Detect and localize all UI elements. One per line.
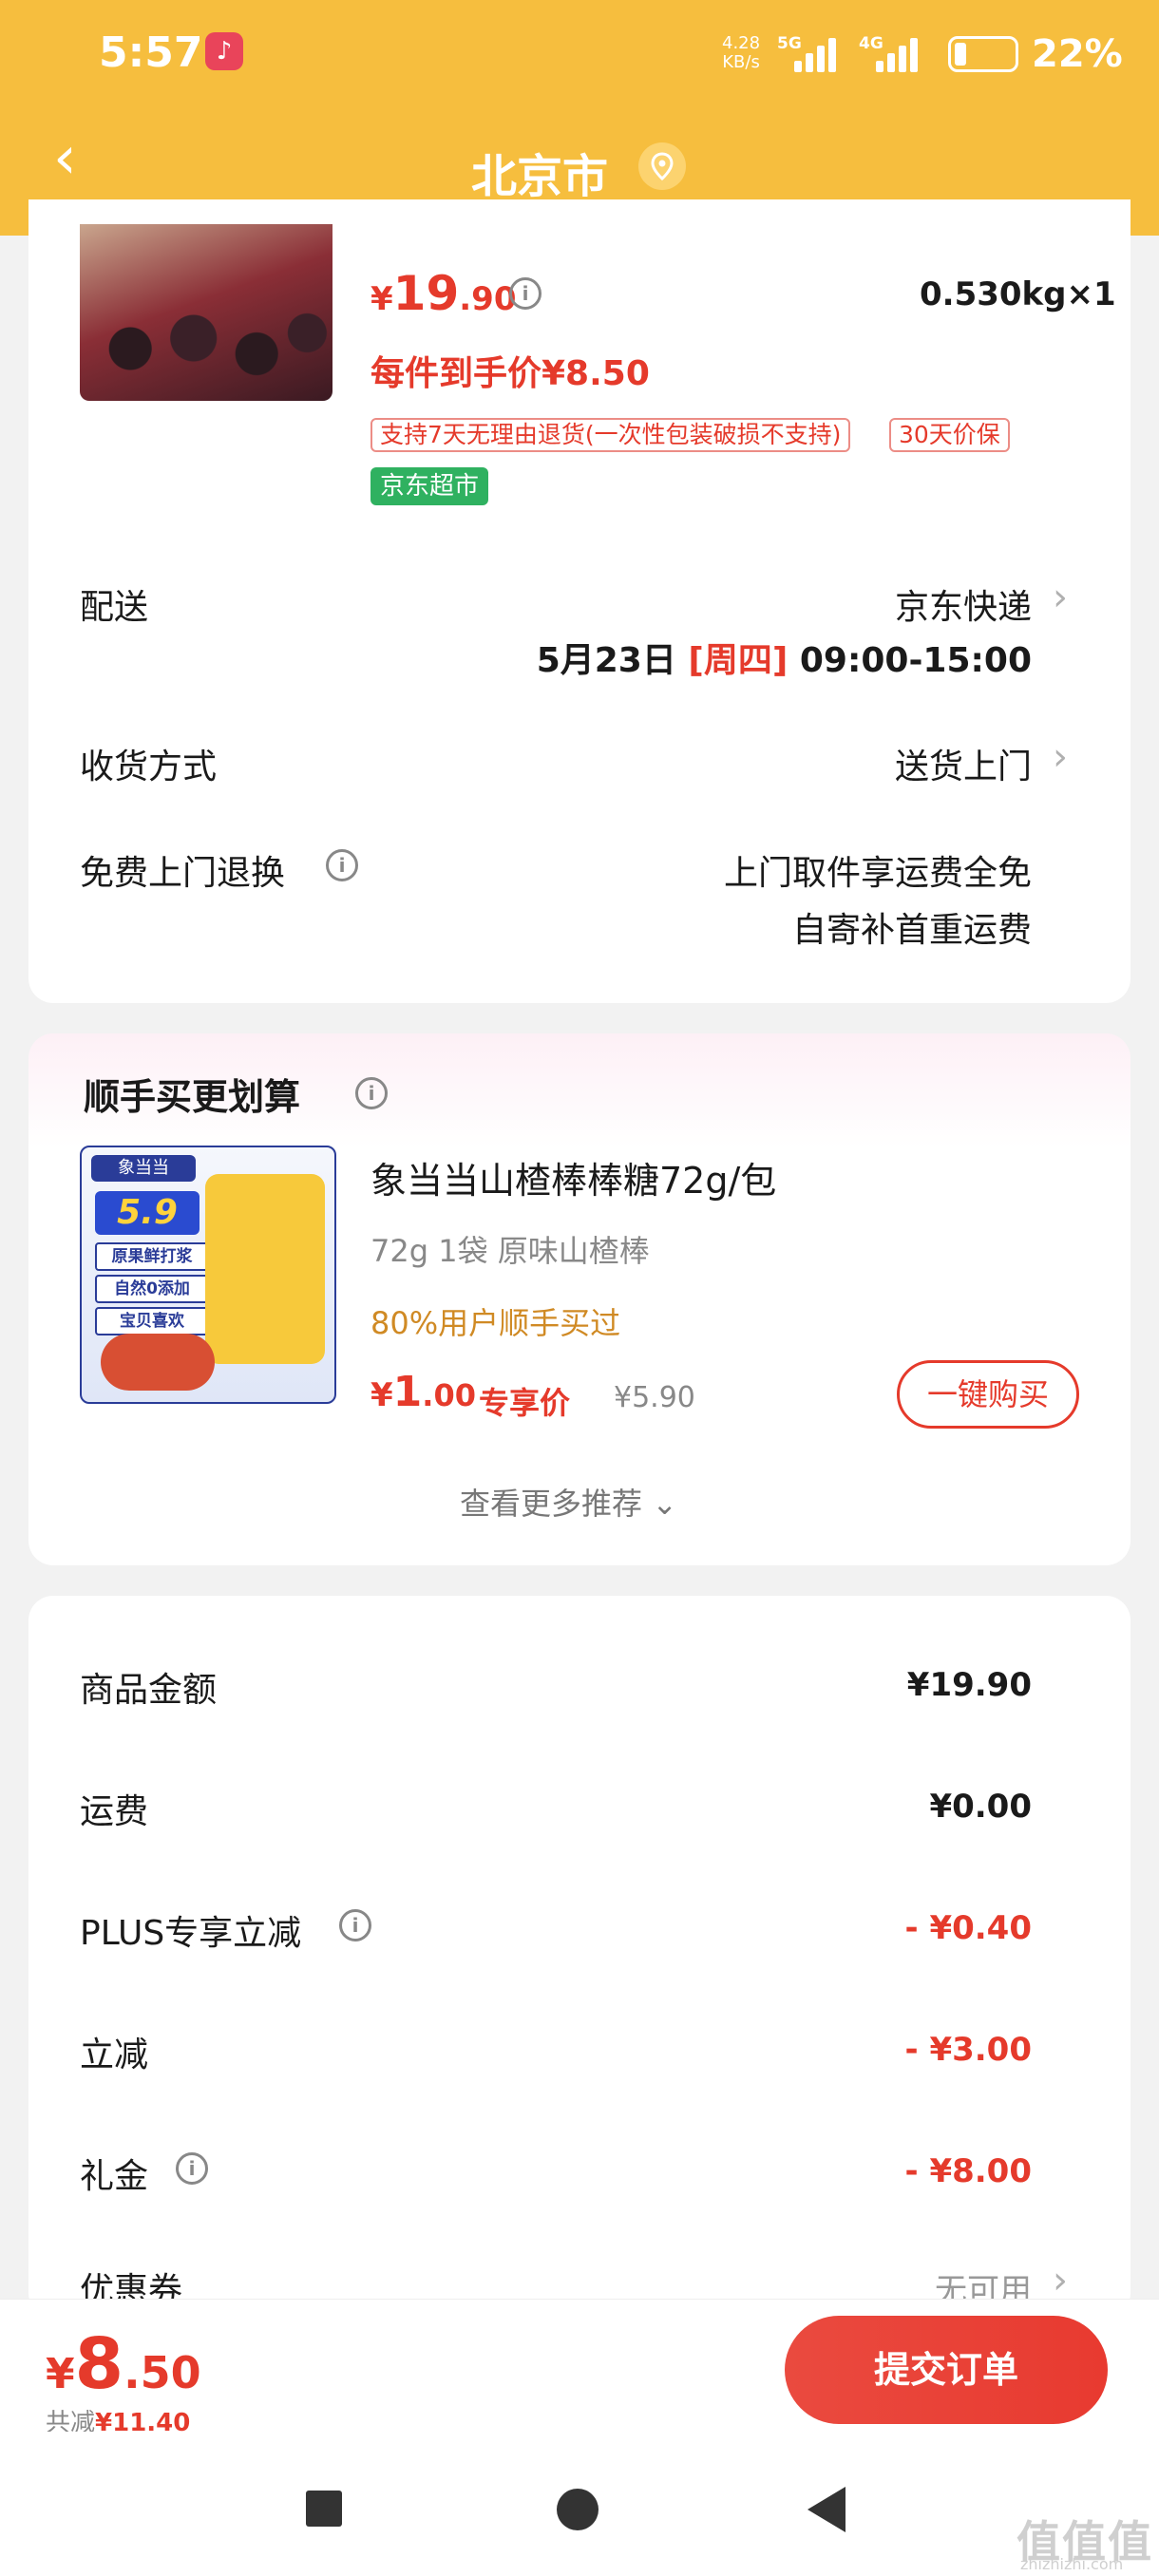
receive-method-label: 收货方式 (80, 748, 218, 786)
free-return-label: 免费上门退换 (80, 854, 286, 893)
submit-order-button[interactable]: 提交订单 (785, 2316, 1108, 2424)
summary-value: ¥0.00 (929, 1788, 1032, 1826)
product-price: ¥19.90 (370, 266, 517, 321)
recommend-spec: 72g 1袋 原味山楂棒 (370, 1233, 650, 1269)
recents-icon[interactable] (306, 2491, 342, 2527)
summary-label: 礼金 (80, 2157, 149, 2196)
info-icon[interactable]: i (339, 1909, 371, 1941)
recommend-name[interactable]: 象当当山楂棒棒糖72g/包 (370, 1151, 776, 1203)
chevron-right-icon[interactable]: › (1053, 2259, 1068, 2302)
return-policy-tag: 支持7天无理由退货(一次性包装破损不支持) (370, 418, 851, 452)
back-button[interactable]: ‹ (53, 128, 91, 192)
receive-method-value[interactable]: 送货上门 (895, 739, 1032, 788)
product-weight-qty: 0.530kg×1 (920, 275, 1116, 313)
info-icon[interactable]: i (326, 849, 358, 881)
store-tag: 京东超市 (370, 467, 489, 505)
signal-icon-2 (876, 36, 923, 72)
recommend-price: ¥1.00 (370, 1368, 476, 1416)
recommend-title: 顺手买更划算 (84, 1076, 301, 1118)
signal-icon (794, 36, 842, 72)
recommend-social-proof: 80%用户顺手买过 (370, 1305, 621, 1341)
exclusive-price-label: 专享价 (479, 1385, 571, 1421)
tiktok-icon: ♪ (205, 32, 243, 70)
original-price: ¥5.90 (614, 1381, 695, 1414)
battery-percent: 22% (1032, 32, 1123, 76)
battery-icon (948, 36, 1018, 72)
network-speed: 4.28 KB/s (722, 33, 761, 72)
summary-value: - ¥3.00 (904, 2031, 1033, 2069)
back-icon[interactable] (808, 2487, 846, 2532)
total-price: ¥8.50 (46, 2323, 201, 2405)
chevron-down-icon: ⌄ (652, 1486, 677, 1522)
watermark-url: zhizhizhi.com (1020, 2555, 1124, 2573)
summary-label: 商品金额 (80, 1671, 218, 1710)
more-recommend-link[interactable]: 查看更多推荐 ⌄ (460, 1480, 677, 1524)
summary-value: ¥19.90 (906, 1666, 1032, 1704)
info-icon[interactable]: i (509, 277, 542, 310)
page-title: 北京市 (471, 150, 609, 203)
summary-label: 运费 (80, 1792, 149, 1831)
product-image[interactable] (80, 224, 332, 401)
each-price: 每件到手价¥8.50 (370, 354, 650, 393)
recommend-image[interactable]: 象当当 5.9 原果鲜打浆 自然0添加 宝贝喜欢 (80, 1146, 336, 1404)
chevron-right-icon[interactable]: › (1053, 735, 1068, 779)
delivery-label: 配送 (80, 588, 149, 627)
location-icon[interactable] (638, 142, 686, 190)
info-icon[interactable]: i (355, 1077, 388, 1109)
summary-label: PLUS专享立减 (80, 1914, 302, 1953)
chevron-left-icon: ‹ (53, 123, 77, 192)
summary-value: - ¥8.00 (904, 2152, 1033, 2190)
summary-value: - ¥0.40 (904, 1909, 1033, 1947)
one-click-buy-button[interactable]: 一键购买 (897, 1360, 1079, 1429)
price-protect-tag: 30天价保 (889, 418, 1010, 452)
chevron-right-icon[interactable]: › (1053, 576, 1068, 619)
summary-label: 立减 (80, 2036, 149, 2074)
free-return-line2: 自寄补首重运费 (791, 911, 1032, 950)
delivery-carrier[interactable]: 京东快递 (895, 579, 1032, 629)
delivery-time: 5月23日 [周四] 09:00-15:00 (536, 641, 1032, 680)
status-time: 5:57 (99, 28, 203, 77)
home-icon[interactable] (557, 2489, 598, 2530)
info-icon[interactable]: i (176, 2152, 208, 2185)
free-return-line1: 上门取件享运费全免 (723, 854, 1032, 893)
